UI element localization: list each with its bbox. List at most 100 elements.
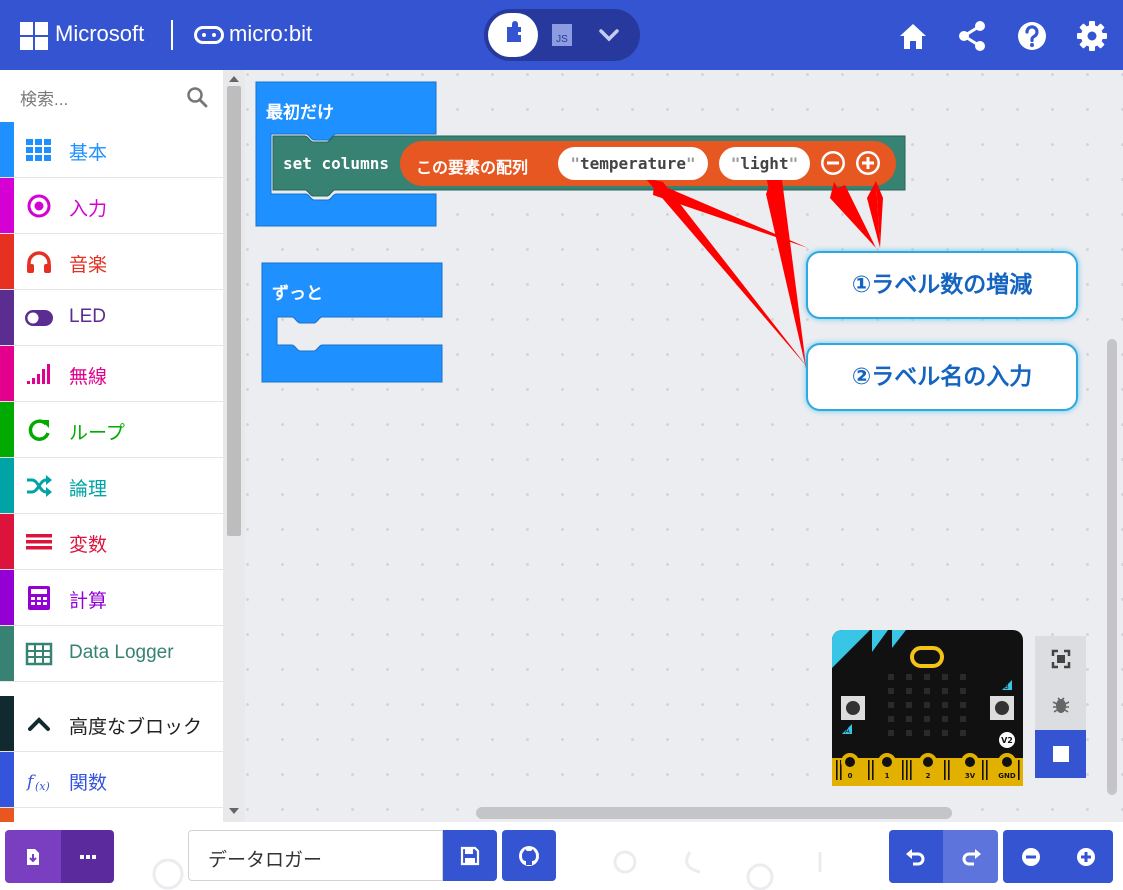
undo-button[interactable] [889, 830, 943, 883]
stop-icon [1052, 746, 1069, 762]
callout-label-count: ①ラベル数の増減 [806, 251, 1078, 319]
github-button[interactable] [502, 830, 556, 881]
remove-item-icon[interactable] [821, 151, 845, 175]
category-data-logger[interactable]: Data Logger [0, 626, 223, 682]
js-label: JS [556, 34, 568, 45]
loop-icon [28, 419, 50, 441]
more-options-button[interactable] [61, 830, 114, 883]
button-a-label: A [845, 727, 850, 735]
editor-toggle: JS [484, 9, 640, 61]
simulator-toolbar [1035, 636, 1086, 778]
category-input[interactable]: 入力 [0, 178, 223, 234]
set-columns-label: set columns [283, 154, 389, 173]
editor-dropdown-button[interactable] [594, 21, 624, 49]
microsoft-logo [20, 22, 48, 50]
top-bar: Microsoft micro:bit JS [0, 0, 1123, 70]
fullscreen-button[interactable] [1035, 636, 1086, 682]
pin-3v[interactable] [961, 753, 979, 771]
item-light-field[interactable]: "light" [719, 147, 810, 180]
category-led[interactable]: LED [0, 290, 223, 346]
calculator-icon [28, 586, 50, 610]
category-loops[interactable]: ループ [0, 402, 223, 458]
home-icon[interactable] [896, 19, 930, 53]
save-button[interactable] [443, 830, 497, 881]
toolbox-scrollbar[interactable] [223, 70, 245, 822]
category-variables[interactable]: 変数 [0, 514, 223, 570]
fullscreen-icon [1051, 649, 1070, 669]
ellipsis-icon [79, 854, 96, 859]
scroll-up-arrow-icon[interactable] [229, 76, 239, 82]
category-label: 入力 [69, 199, 108, 220]
item-temperature-field[interactable]: "temperature" [558, 147, 708, 180]
search-input[interactable]: 検索... [20, 85, 68, 110]
pin-label: 2 [926, 772, 931, 780]
category-label: 無線 [69, 367, 108, 388]
share-icon[interactable] [955, 19, 989, 53]
category-music[interactable]: 音楽 [0, 234, 223, 290]
brand-divider [171, 20, 173, 50]
item-text: temperature [580, 154, 686, 173]
target-icon [27, 194, 51, 218]
scroll-down-arrow-icon[interactable] [229, 808, 239, 814]
microbit-label: micro:bit [229, 21, 313, 46]
button-a[interactable] [841, 696, 865, 720]
pin-gnd[interactable] [998, 753, 1016, 771]
version-badge: V2 [1001, 736, 1013, 745]
undo-icon [906, 848, 925, 865]
settings-icon[interactable] [1075, 19, 1109, 53]
category-advanced[interactable]: 高度なブロック [0, 696, 223, 752]
bottom-bar: データロガー [0, 822, 1123, 890]
chevron-down-icon [599, 29, 619, 42]
zoom-out-icon [1021, 847, 1040, 866]
zoom-in-button[interactable] [1058, 830, 1113, 883]
category-basic[interactable]: 基本 [0, 122, 223, 178]
microbit-logo-icon [194, 26, 224, 44]
blocks-editor-button[interactable] [488, 13, 538, 57]
puzzle-icon [507, 21, 521, 42]
redo-button[interactable] [943, 830, 998, 883]
microbit-simulator[interactable]: A B V2 0 1 2 3V GND [832, 630, 1023, 786]
category-label: 計算 [69, 591, 108, 612]
stop-button[interactable] [1035, 730, 1086, 778]
category-math[interactable]: 計算 [0, 570, 223, 626]
category-logic[interactable]: 論理 [0, 458, 223, 514]
forever-label: ずっと [272, 284, 323, 304]
toolbox: 検索... 基本 入力 音楽 LED 無線 ループ 論理 変数 計算 Data … [0, 70, 223, 822]
pin-2[interactable] [919, 753, 937, 771]
lines-icon [26, 534, 52, 550]
toolbox-scroll-thumb[interactable] [227, 86, 241, 536]
pin-label: 3V [965, 772, 976, 780]
item-text: light [740, 154, 789, 173]
save-icon [460, 846, 480, 865]
workspace-vscroll[interactable] [1107, 339, 1117, 795]
shuffle-icon [27, 475, 52, 497]
category-label: 基本 [69, 143, 108, 164]
pin-label: 0 [848, 772, 853, 780]
category-radio[interactable]: 無線 [0, 346, 223, 402]
category-functions[interactable]: f (x) 関数 [0, 752, 223, 808]
search-icon[interactable] [186, 86, 208, 108]
workspace-hscroll[interactable] [476, 807, 952, 819]
signal-icon [27, 364, 50, 384]
pin-0[interactable] [841, 753, 859, 771]
pin-label: 1 [885, 772, 890, 780]
microsoft-label: Microsoft [55, 21, 145, 46]
on-start-label: 最初だけ [266, 103, 334, 123]
toolbox-search[interactable]: 検索... [0, 70, 223, 122]
bug-icon [1052, 697, 1069, 713]
debug-button[interactable] [1035, 682, 1086, 728]
pin-1[interactable] [878, 753, 896, 771]
svg-text:(x): (x) [35, 780, 50, 793]
add-item-icon[interactable] [856, 151, 880, 175]
category-label: 関数 [69, 773, 108, 794]
zoom-out-button[interactable] [1003, 830, 1058, 883]
help-icon[interactable] [1015, 19, 1049, 53]
project-name-input[interactable]: データロガー [188, 830, 443, 881]
toggle-icon [25, 310, 53, 326]
button-b[interactable] [990, 696, 1014, 720]
download-button[interactable] [5, 830, 61, 883]
category-label: 論理 [69, 479, 108, 500]
category-label: Data Logger [69, 642, 174, 663]
redo-icon [962, 848, 981, 865]
javascript-editor-button[interactable]: JS [550, 22, 574, 48]
